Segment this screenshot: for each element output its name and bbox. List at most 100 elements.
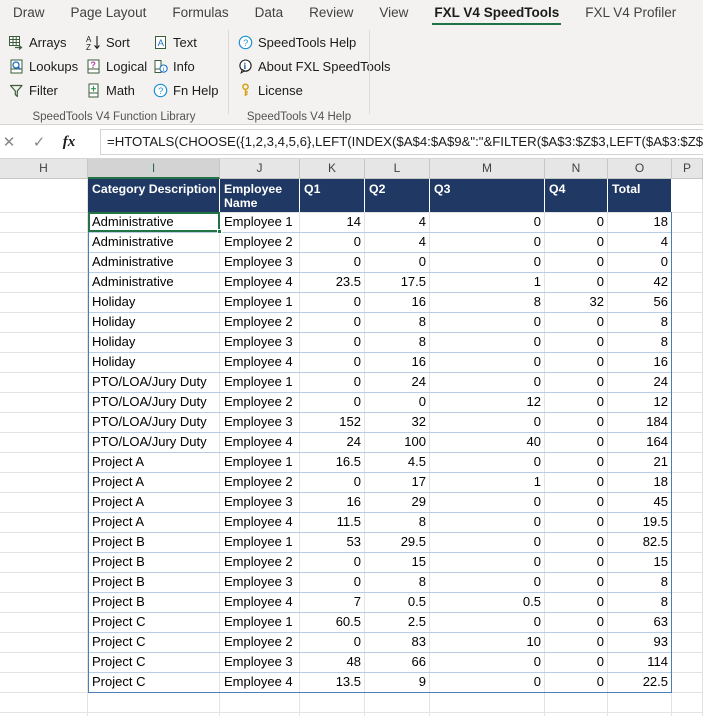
table-cell[interactable]: 8	[608, 592, 672, 612]
table-cell[interactable]: Project B	[88, 572, 220, 592]
ribbon-item-arrays[interactable]: Arrays	[8, 30, 78, 54]
table-cell[interactable]: 0	[430, 572, 545, 592]
table-cell[interactable]: Employee 1	[220, 532, 300, 552]
table-cell[interactable]: 0	[430, 652, 545, 672]
table-cell[interactable]: 1	[430, 472, 545, 492]
ribbon-item-lookups[interactable]: Lookups	[8, 54, 78, 78]
table-cell[interactable]: 24	[608, 372, 672, 392]
table-header-cell[interactable]: Employee Name	[220, 179, 300, 212]
table-cell[interactable]: 32	[545, 292, 608, 312]
table-cell[interactable]: Project B	[88, 552, 220, 572]
table-cell[interactable]: 0	[545, 212, 608, 232]
table-header-cell[interactable]: Total	[608, 179, 672, 212]
column-header-O[interactable]: O	[608, 159, 672, 179]
table-cell[interactable]: 18	[608, 212, 672, 232]
table-cell[interactable]: 15	[365, 552, 430, 572]
table-cell[interactable]: Project A	[88, 472, 220, 492]
table-cell[interactable]: 0	[545, 252, 608, 272]
table-cell[interactable]: Employee 3	[220, 412, 300, 432]
table-cell[interactable]: 0	[545, 372, 608, 392]
table-cell[interactable]: 4	[608, 232, 672, 252]
table-cell[interactable]: 0	[545, 552, 608, 572]
table-cell[interactable]: 0	[545, 332, 608, 352]
table-cell[interactable]: 0	[545, 432, 608, 452]
table-cell[interactable]: 0	[430, 552, 545, 572]
ribbon-item-speedtools-help[interactable]: ? SpeedTools Help	[237, 30, 391, 54]
table-cell[interactable]: Employee 2	[220, 552, 300, 572]
column-header-N[interactable]: N	[545, 159, 608, 179]
table-cell[interactable]: 184	[608, 412, 672, 432]
table-cell[interactable]: 0	[430, 332, 545, 352]
table-cell[interactable]: 0	[300, 552, 365, 572]
table-cell[interactable]: 2.5	[365, 612, 430, 632]
table-cell[interactable]: Project B	[88, 532, 220, 552]
table-cell[interactable]: Project B	[88, 592, 220, 612]
table-cell[interactable]: 0	[430, 312, 545, 332]
table-cell[interactable]: 0	[300, 472, 365, 492]
table-cell[interactable]: 0	[365, 252, 430, 272]
table-cell[interactable]: 9	[365, 672, 430, 692]
table-cell[interactable]: Employee 4	[220, 672, 300, 692]
ribbon-tab-draw[interactable]: Draw	[0, 0, 58, 26]
table-cell[interactable]: 0	[545, 412, 608, 432]
table-cell[interactable]: Project A	[88, 452, 220, 472]
table-cell[interactable]: 16	[365, 352, 430, 372]
table-cell[interactable]: Employee 3	[220, 492, 300, 512]
table-cell[interactable]: 0	[545, 672, 608, 692]
table-cell[interactable]: 0	[545, 612, 608, 632]
table-cell[interactable]: 0	[545, 392, 608, 412]
column-header-H[interactable]: H	[0, 159, 88, 179]
table-cell[interactable]: 29.5	[365, 532, 430, 552]
table-cell[interactable]: PTO/LOA/Jury Duty	[88, 412, 220, 432]
table-cell[interactable]: 0	[300, 572, 365, 592]
table-cell[interactable]: Employee 4	[220, 272, 300, 292]
table-cell[interactable]: Holiday	[88, 332, 220, 352]
table-cell[interactable]: 0	[545, 652, 608, 672]
table-cell[interactable]: 0	[545, 352, 608, 372]
table-cell[interactable]: 0	[545, 452, 608, 472]
ribbon-tab-data[interactable]: Data	[242, 0, 297, 26]
table-cell[interactable]: Employee 1	[220, 292, 300, 312]
table-cell[interactable]: 0	[545, 472, 608, 492]
table-cell[interactable]: 100	[365, 432, 430, 452]
table-cell[interactable]: 0	[430, 372, 545, 392]
table-cell[interactable]: 0	[430, 492, 545, 512]
table-cell[interactable]: Employee 1	[220, 452, 300, 472]
table-cell[interactable]: 152	[300, 412, 365, 432]
table-cell[interactable]: Employee 1	[220, 612, 300, 632]
table-cell[interactable]: 16	[300, 492, 365, 512]
table-cell[interactable]: 63	[608, 612, 672, 632]
column-header-M[interactable]: M	[430, 159, 545, 179]
table-cell[interactable]: 22.5	[608, 672, 672, 692]
table-cell[interactable]: 0	[545, 492, 608, 512]
table-cell[interactable]: Employee 2	[220, 632, 300, 652]
table-cell[interactable]: 0	[430, 252, 545, 272]
table-cell[interactable]: 4	[365, 212, 430, 232]
table-cell[interactable]: 8	[608, 312, 672, 332]
table-cell[interactable]: 42	[608, 272, 672, 292]
table-cell[interactable]: 0	[545, 232, 608, 252]
table-cell[interactable]: 14	[300, 212, 365, 232]
table-cell[interactable]: 83	[365, 632, 430, 652]
ribbon-tab-fxl-v4-profiler[interactable]: FXL V4 Profiler	[572, 0, 689, 26]
table-cell[interactable]: 17.5	[365, 272, 430, 292]
table-cell[interactable]: Project A	[88, 492, 220, 512]
table-cell[interactable]: Employee 1	[220, 372, 300, 392]
table-cell[interactable]: 16.5	[300, 452, 365, 472]
table-cell[interactable]: Project C	[88, 612, 220, 632]
table-cell[interactable]: Employee 3	[220, 652, 300, 672]
table-cell[interactable]: Holiday	[88, 352, 220, 372]
table-cell[interactable]: 0	[430, 232, 545, 252]
table-cell[interactable]: Employee 4	[220, 592, 300, 612]
table-cell[interactable]: 10	[430, 632, 545, 652]
table-cell[interactable]: 17	[365, 472, 430, 492]
table-cell[interactable]: 0	[430, 412, 545, 432]
table-cell[interactable]: 13.5	[300, 672, 365, 692]
table-cell[interactable]: Employee 4	[220, 352, 300, 372]
table-cell[interactable]: 0	[300, 372, 365, 392]
table-cell[interactable]: 16	[365, 292, 430, 312]
table-cell[interactable]: 0	[430, 612, 545, 632]
table-cell[interactable]: 53	[300, 532, 365, 552]
table-cell[interactable]: 23.5	[300, 272, 365, 292]
table-cell[interactable]: 21	[608, 452, 672, 472]
